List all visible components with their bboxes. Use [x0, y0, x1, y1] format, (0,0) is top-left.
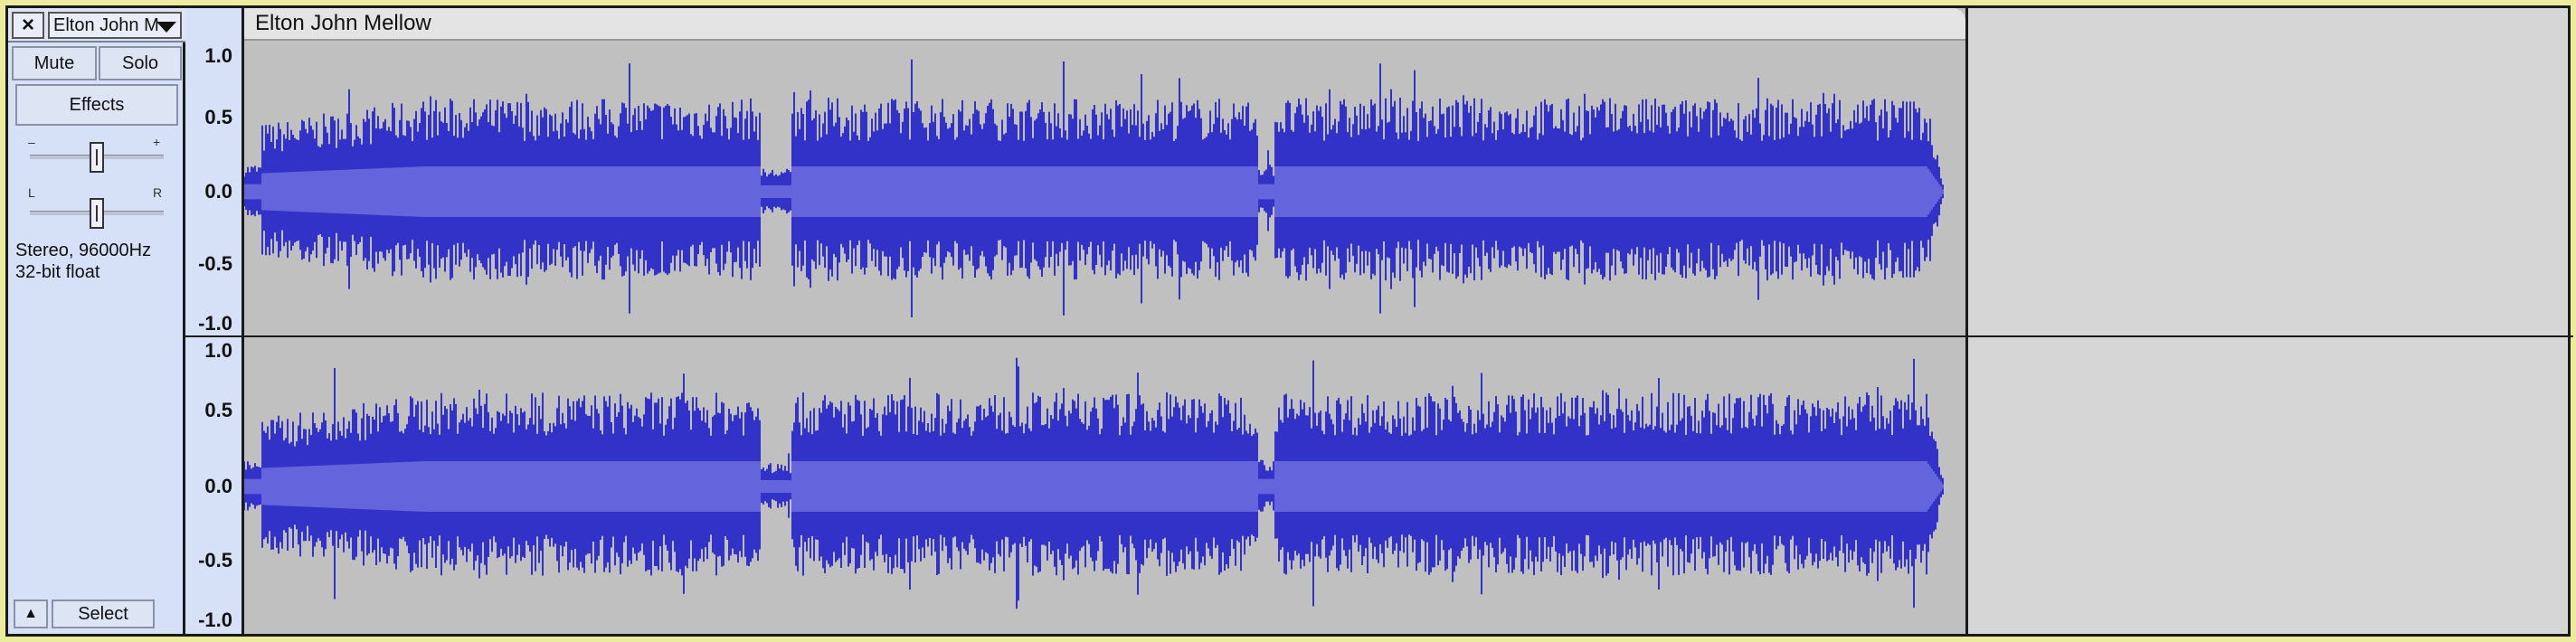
track-format-info: Stereo, 96000Hz 32-bit float — [15, 240, 151, 283]
audio-clip[interactable]: Elton John Mellow — [244, 8, 1968, 634]
track-frame: × Elton John M Mute Solo Effects – + L R… — [5, 5, 2573, 637]
solo-button[interactable]: Solo — [99, 46, 182, 80]
select-label: Select — [78, 603, 128, 624]
effects-label: Effects — [69, 94, 125, 115]
ruler-top-m1: -1.0 — [198, 312, 232, 335]
gain-plus-label: + — [153, 135, 161, 149]
mute-label: Mute — [33, 52, 75, 73]
ruler-top-0: 0.0 — [204, 180, 232, 203]
track-menu-button[interactable]: Elton John M — [48, 12, 182, 39]
ruler-bottom-m1: -1.0 — [198, 609, 232, 631]
chevron-down-icon — [156, 22, 176, 33]
pan-right-label: R — [153, 185, 163, 200]
ruler-bottom-m05: -0.5 — [198, 549, 232, 571]
waveform — [244, 59, 1944, 609]
close-icon: × — [21, 13, 34, 37]
ruler-top-m05: -0.5 — [198, 252, 232, 275]
ruler-top-05: 0.5 — [204, 106, 232, 128]
channel-divider — [185, 335, 2573, 337]
ruler-bottom-0: 0.0 — [204, 475, 232, 497]
gain-minus-label: – — [28, 135, 35, 149]
ruler-bottom-05: 0.5 — [204, 399, 232, 421]
track-name: Elton John M — [53, 15, 159, 35]
format-rate: Stereo, 96000Hz — [15, 241, 152, 260]
collapse-track-button[interactable]: ▲ — [14, 600, 48, 628]
effects-button[interactable]: Effects — [15, 84, 178, 126]
solo-label: Solo — [121, 52, 159, 73]
vertical-ruler: 1.0 0.5 0.0 -0.5 -1.0 1.0 0.5 0.0 -0.5 -… — [185, 8, 244, 634]
pan-left-label: L — [28, 185, 35, 200]
ruler-bottom-1: 1.0 — [204, 339, 232, 362]
close-track-button[interactable]: × — [12, 12, 44, 39]
format-bitdepth: 32-bit float — [15, 262, 100, 282]
collapse-icon: ▲ — [24, 606, 38, 621]
waveform-rms-ch1 — [244, 166, 1944, 217]
track-header: × Elton John M — [8, 8, 185, 42]
track-control-panel: × Elton John M Mute Solo Effects – + L R… — [8, 8, 185, 634]
mute-button[interactable]: Mute — [12, 46, 97, 80]
gain-slider-knob[interactable] — [90, 142, 104, 173]
waveform-rms-ch2 — [244, 461, 1944, 512]
ruler-top-1: 1.0 — [204, 44, 232, 67]
pan-slider-knob[interactable] — [90, 198, 104, 229]
select-track-button[interactable]: Select — [52, 600, 155, 628]
